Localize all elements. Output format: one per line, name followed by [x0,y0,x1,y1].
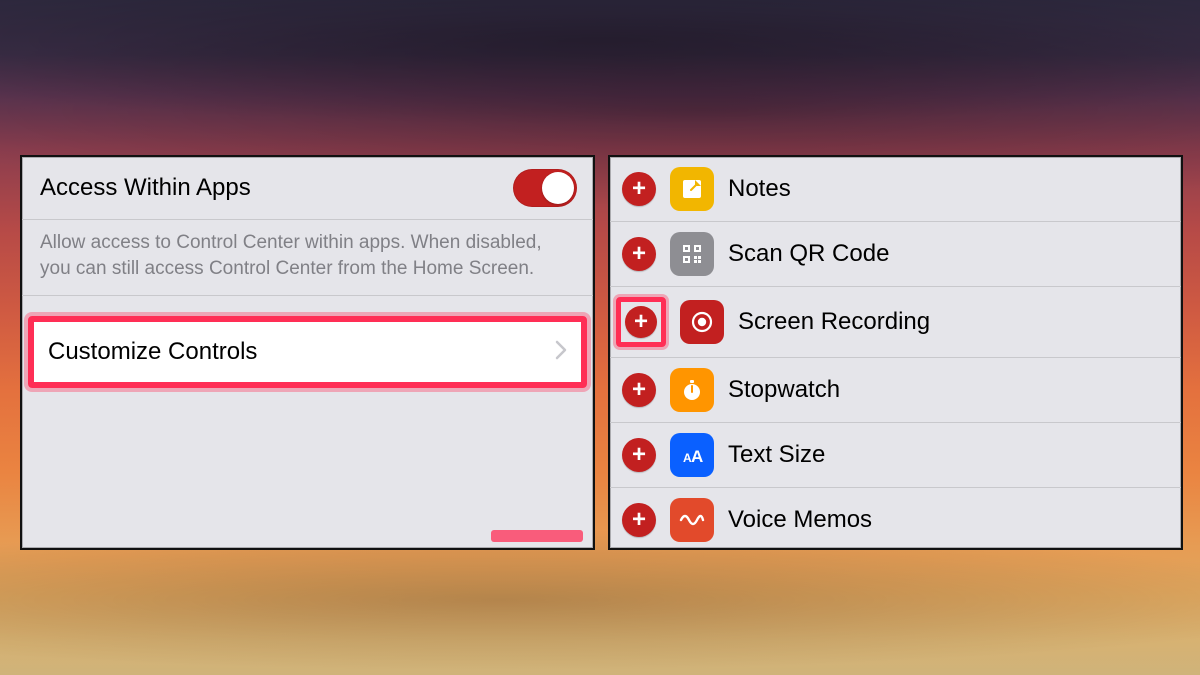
chevron-right-icon [555,340,567,365]
more-controls-list: Notes Scan QR Code [610,157,1181,550]
list-item-label: Stopwatch [728,376,840,404]
list-item-label: Notes [728,175,791,203]
stopwatch-icon [670,368,714,412]
list-item-label: Screen Recording [738,308,930,336]
settings-control-center-panel: Access Within Apps Allow access to Contr… [20,155,595,550]
add-button[interactable] [622,237,656,271]
list-item-notes[interactable]: Notes [610,157,1181,222]
list-item-label: Voice Memos [728,506,872,534]
add-button[interactable] [625,306,657,338]
access-within-apps-description: Allow access to Control Center within ap… [22,220,593,296]
add-button[interactable] [622,172,656,206]
highlight-customize-controls: Customize Controls [28,316,587,388]
list-item-label: Text Size [728,441,825,469]
access-within-apps-row: Access Within Apps [22,157,593,220]
qr-icon [670,232,714,276]
customize-controls-row[interactable]: Customize Controls [34,322,581,382]
list-item-stopwatch[interactable]: Stopwatch [610,358,1181,423]
list-item-label: Scan QR Code [728,240,889,268]
notes-icon [670,167,714,211]
customize-controls-label: Customize Controls [48,338,555,366]
highlight-add-screen-recording [616,297,666,347]
svg-text:A: A [691,447,703,466]
voicememo-icon [670,498,714,542]
toggle-knob [542,172,574,204]
add-button[interactable] [622,503,656,537]
record-icon [680,300,724,344]
list-item-scan-qr[interactable]: Scan QR Code [610,222,1181,287]
customize-controls-list-panel: Notes Scan QR Code [608,155,1183,550]
list-item-text-size[interactable]: AA Text Size [610,423,1181,488]
access-within-apps-label: Access Within Apps [40,174,513,202]
textsize-icon: AA [670,433,714,477]
list-item-voice-memos[interactable]: Voice Memos [610,488,1181,550]
add-button[interactable] [622,373,656,407]
list-item-screen-recording[interactable]: Screen Recording [610,287,1181,358]
add-button[interactable] [622,438,656,472]
highlight-artifact [491,530,583,542]
access-within-apps-toggle[interactable] [513,169,577,207]
